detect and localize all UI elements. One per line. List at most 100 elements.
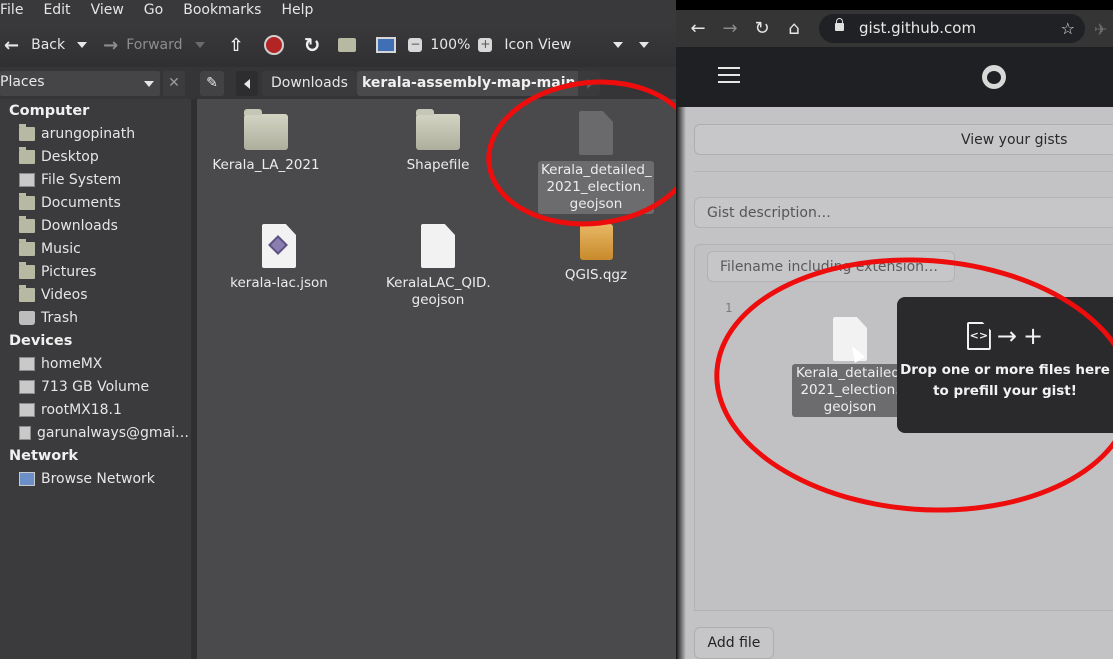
- back-arrow-icon: ←: [4, 34, 20, 56]
- forward-icon[interactable]: →: [714, 10, 746, 47]
- view-mode-dropdown-icon[interactable]: [613, 42, 624, 48]
- forward-label: Forward: [126, 37, 183, 53]
- file-manager-window: File Edit View Go Bookmarks Help ← Back …: [0, 0, 706, 659]
- view-mode-select[interactable]: Icon View: [504, 37, 571, 53]
- add-file-button[interactable]: Add file: [694, 627, 774, 659]
- drive-icon: [19, 379, 35, 394]
- tab-strip: [676, 0, 1113, 10]
- back-button[interactable]: ← Back: [4, 23, 65, 67]
- address-bar[interactable]: gist.github.com ☆: [819, 14, 1085, 43]
- reload-icon[interactable]: ↻: [304, 33, 321, 57]
- file-item-kerala-la-2021[interactable]: Kerala_LA_2021: [201, 109, 331, 175]
- sidebar-item-label: homeMX: [41, 355, 103, 372]
- menu-go[interactable]: Go: [142, 0, 171, 23]
- sidebar-item-home[interactable]: arungopinath: [0, 122, 191, 145]
- sidebar-item-label: Music: [41, 240, 81, 257]
- sidebar-item-homemx[interactable]: homeMX: [0, 352, 191, 375]
- toolbar: ← Back → Forward ⇧ ↻ − 100% + Icon View: [0, 23, 676, 67]
- view-gists-link[interactable]: View your gists: [694, 124, 1113, 155]
- file-name: Kerala_detailed_ 2021_election. geojson: [538, 161, 654, 214]
- breadcrumb-downloads[interactable]: Downloads: [262, 71, 357, 96]
- folder-icon: [416, 109, 460, 150]
- file-icon: [579, 111, 613, 155]
- sidebar-item-label: Browse Network: [41, 470, 155, 487]
- menu-bookmarks[interactable]: Bookmarks: [181, 0, 269, 23]
- drop-icons: <> → +: [897, 320, 1113, 352]
- url-text: gist.github.com: [859, 19, 977, 37]
- sidebar-item-documents[interactable]: Documents: [0, 191, 191, 214]
- file-name: Kerala_LA_2021: [212, 157, 320, 173]
- home-icon[interactable]: [338, 38, 357, 52]
- forward-button[interactable]: → Forward: [103, 23, 182, 67]
- back-icon[interactable]: ←: [682, 10, 714, 47]
- sidebar-item-label: Downloads: [41, 217, 118, 234]
- sidebar-item-videos[interactable]: Videos: [0, 283, 191, 306]
- sidebar-item-desktop[interactable]: Desktop: [0, 145, 191, 168]
- sidebar-item-browse-network[interactable]: Browse Network: [0, 467, 191, 490]
- sidebar-item-label: arungopinath: [41, 125, 136, 142]
- stop-icon[interactable]: [263, 35, 284, 55]
- drive-icon: [19, 172, 35, 187]
- computer-icon[interactable]: [376, 37, 397, 53]
- forward-history-dropdown[interactable]: [194, 42, 205, 48]
- file-name: KeralaLAC_QID. geojson: [386, 275, 491, 308]
- back-history-dropdown[interactable]: [77, 42, 88, 48]
- sidebar-item-label: rootMX18.1: [41, 401, 122, 418]
- sidebar-item-google-drive[interactable]: garunalways@gmai…: [0, 421, 191, 444]
- sidebar-item-downloads[interactable]: Downloads: [0, 214, 191, 237]
- dragged-file-name: Kerala_detailed_ 2021_election. geojson: [792, 364, 908, 417]
- filename-input[interactable]: Filename including extension…: [707, 251, 955, 282]
- sidebar-item-label: Documents: [41, 194, 121, 211]
- desktop-folder-icon: [19, 146, 35, 164]
- edit-location-icon[interactable]: ✎: [200, 71, 224, 96]
- folder-icon: [244, 109, 288, 150]
- menu-view[interactable]: View: [89, 0, 132, 23]
- gist-description-input[interactable]: Gist description…: [694, 197, 1113, 228]
- menu-help[interactable]: Help: [279, 0, 321, 23]
- close-side-pane-button[interactable]: ✕: [163, 71, 185, 96]
- drop-zone-overlay[interactable]: <> → + Drop one or more files here to pr…: [897, 297, 1113, 433]
- file-item-shapefile[interactable]: Shapefile: [373, 109, 503, 175]
- sidebar-item-713gb-volume[interactable]: 713 GB Volume: [0, 375, 191, 398]
- sidebar-item-file-system[interactable]: File System: [0, 168, 191, 191]
- zoom-in-icon[interactable]: +: [478, 38, 493, 52]
- up-icon[interactable]: ⇧: [229, 35, 244, 56]
- file-item-keralalac-qid-geojson[interactable]: KeralaLAC_QID. geojson: [373, 224, 503, 310]
- file-item-qgis-qgz[interactable]: QGIS.qgz: [531, 224, 661, 285]
- sidebar-item-rootmx[interactable]: rootMX18.1: [0, 398, 191, 421]
- bookmark-star-icon[interactable]: ☆: [1061, 14, 1075, 43]
- music-folder-icon: [19, 238, 35, 256]
- documents-folder-icon: [19, 192, 35, 210]
- sidebar-item-label: 713 GB Volume: [41, 378, 150, 395]
- breadcrumb-scroll-left[interactable]: [236, 71, 258, 96]
- sidebar-item-label: Desktop: [41, 148, 99, 165]
- places-sidebar: Computer arungopinath Desktop File Syste…: [0, 99, 191, 659]
- forward-arrow-icon: →: [103, 34, 119, 56]
- section-devices: Devices: [9, 333, 73, 349]
- line-number: 1: [725, 301, 733, 315]
- breadcrumb-current[interactable]: kerala-assembly-map-main: [357, 71, 581, 96]
- browser-toolbar: ← → ↻ ⌂ gist.github.com ☆ ✈: [676, 10, 1113, 47]
- sidebar-item-trash[interactable]: Trash: [0, 306, 191, 329]
- breadcrumb-scroll-right[interactable]: [578, 71, 600, 96]
- file-item-kerala-lac-json[interactable]: kerala-lac.json: [214, 224, 344, 293]
- active-tab[interactable]: [676, 0, 981, 10]
- plus-icon: +: [1023, 322, 1044, 350]
- toolbar-overflow-icon[interactable]: [639, 42, 650, 48]
- sidebar-item-label: Trash: [41, 309, 78, 326]
- zoom-level: 100%: [430, 37, 471, 53]
- sidebar-item-pictures[interactable]: Pictures: [0, 260, 191, 283]
- lock-icon: [835, 18, 844, 31]
- file-item-kerala-detailed-geojson[interactable]: Kerala_detailed_ 2021_election. geojson: [531, 111, 661, 214]
- side-pane-selector[interactable]: Places: [0, 71, 160, 96]
- zoom-out-icon[interactable]: −: [408, 38, 423, 52]
- archive-icon: [579, 224, 613, 260]
- hamburger-menu-icon[interactable]: [718, 67, 740, 83]
- extension-icon[interactable]: ✈: [1094, 20, 1107, 39]
- github-logo-icon[interactable]: [982, 65, 1006, 89]
- home-icon[interactable]: ⌂: [778, 10, 810, 47]
- reload-icon[interactable]: ↻: [746, 10, 778, 47]
- sidebar-item-music[interactable]: Music: [0, 237, 191, 260]
- menu-edit[interactable]: Edit: [41, 0, 78, 23]
- menu-file[interactable]: File: [0, 0, 31, 23]
